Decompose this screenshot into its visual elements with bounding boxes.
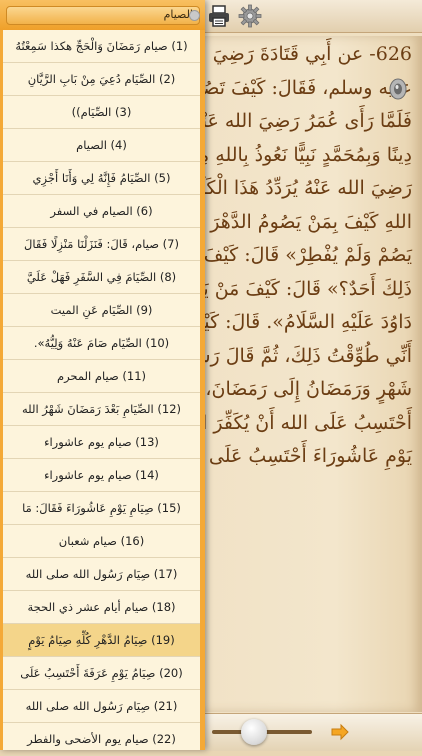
panel-header: الصيام	[0, 0, 205, 30]
chapter-list[interactable]: (1) صيام رَمَضَانَ وَالْحَجِّ هكذا سَمِع…	[3, 30, 200, 756]
print-icon[interactable]	[207, 4, 231, 28]
chapter-title-field[interactable]: الصيام	[6, 6, 200, 25]
list-item[interactable]: (20) صِيَامُ يَوْمِ عَرَفَةَ أَحْتَسِبُ …	[3, 657, 200, 690]
list-item[interactable]: (17) صِيَام رَسُول الله صلى الله	[3, 558, 200, 591]
list-item[interactable]: (6) الصيام في السفر	[3, 195, 200, 228]
speaker-icon[interactable]	[388, 78, 408, 100]
list-item[interactable]: (9) الصِّيَام عَنِ الميت	[3, 294, 200, 327]
list-item[interactable]: (2) الصِّيَام دُعِيَ مِنْ بَابِ الرَّيَّ…	[3, 63, 200, 96]
list-item[interactable]: (1) صيام رَمَضَانَ وَالْحَجِّ هكذا سَمِع…	[3, 30, 200, 63]
list-item[interactable]: (15) صِيَامِ يَوْمِ عَاشُورَاءَ فَقَالَ:…	[3, 492, 200, 525]
list-item[interactable]: (14) صيام يوم عاشوراء	[3, 459, 200, 492]
list-item[interactable]: (18) صيام أيام عشر ذي الحجة	[3, 591, 200, 624]
list-item[interactable]: (7) صيام، قَالَ: فَنَزَلْنَا مَنْزِلًا ف…	[3, 228, 200, 261]
close-icon[interactable]	[189, 10, 200, 21]
list-item[interactable]: (22) صيام يوم الأضحى والفطر	[3, 723, 200, 756]
list-item[interactable]: (3) الصِّيَام))	[3, 96, 200, 129]
list-item[interactable]: (21) صِيَام رَسُول الله صلى الله	[3, 690, 200, 723]
list-item[interactable]: (10) الصِّيَام صَامَ عَنْهُ وَلِيُّهُ».	[3, 327, 200, 360]
list-item[interactable]: (19) صِيَامُ الدَّهْرِ كُلِّهِ صِيَامُ ي…	[3, 624, 200, 657]
index-panel: الصيام (1) صيام رَمَضَانَ وَالْحَجِّ هكذ…	[0, 0, 205, 756]
next-arrow-icon[interactable]	[330, 722, 350, 742]
list-item[interactable]: (4) الصيام	[3, 129, 200, 162]
list-item[interactable]: (8) الصِّيَامَ فِي السَّفَرِ فَهَلْ عَلَ…	[3, 261, 200, 294]
gear-icon[interactable]	[238, 4, 262, 28]
list-item[interactable]: (12) الصِّيَامِ بَعْدَ رَمَضَانَ شَهْرُ …	[3, 393, 200, 426]
list-item[interactable]: (13) صيام يوم عاشوراء	[3, 426, 200, 459]
list-item[interactable]: (16) صيام شعبان	[3, 525, 200, 558]
list-item[interactable]: (11) صيام المحرم	[3, 360, 200, 393]
list-item[interactable]: (5) الصِّيَامُ فَإِنَّهُ لِي وَأَنَا أَج…	[3, 162, 200, 195]
page-slider-knob[interactable]	[241, 719, 267, 745]
